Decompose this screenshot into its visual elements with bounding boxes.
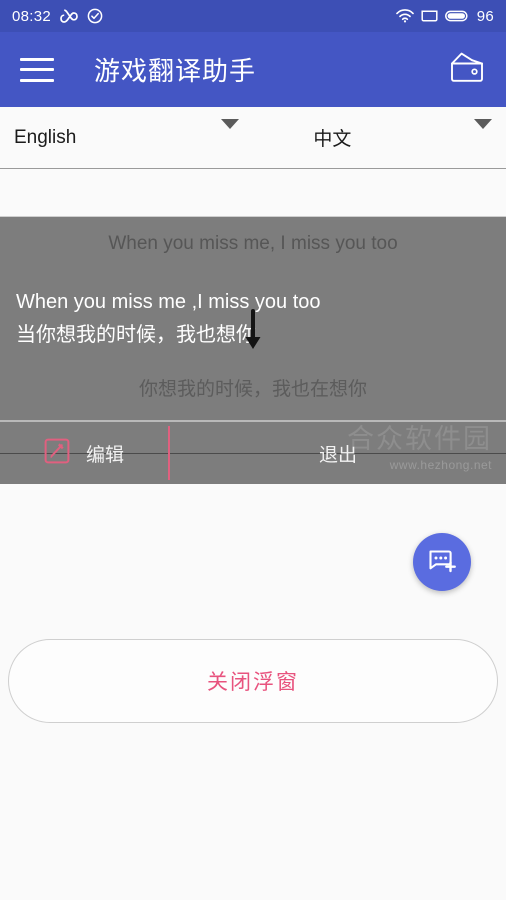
app-bar: 游戏翻译助手 — [0, 32, 506, 107]
overlay-action-bar: 编辑 退出 — [0, 420, 506, 484]
source-language-label: English — [14, 126, 77, 148]
chevron-down-icon — [221, 118, 239, 147]
overlay-source-text: When you miss me ,I miss you too — [16, 290, 321, 313]
hamburger-menu-icon[interactable] — [20, 57, 54, 82]
target-language-label: 中文 — [313, 129, 352, 150]
langbar-spacer — [0, 169, 506, 216]
exit-button-label: 退出 — [318, 444, 357, 466]
chevron-down-icon — [474, 118, 492, 147]
check-circle-icon — [87, 8, 103, 24]
add-message-button[interactable] — [413, 533, 471, 592]
close-floating-window-label: 关闭浮窗 — [207, 671, 299, 695]
target-language-dropdown[interactable]: 中文 — [253, 107, 506, 168]
edit-pencil-icon — [44, 438, 70, 469]
overlay-next-line: 你想我的时候，我也在想你 — [138, 378, 367, 400]
status-bar: 08:32 96 — [0, 0, 506, 32]
battery-percent-label: 96 — [476, 7, 494, 25]
wallet-icon[interactable] — [448, 50, 486, 89]
edit-button[interactable]: 编辑 — [0, 422, 168, 484]
infinity-icon — [59, 9, 79, 23]
app-screen: 08:32 96 游戏翻译助手 English 中文 When you miss… — [0, 0, 506, 900]
language-selector-bar: English 中文 — [0, 107, 506, 169]
wifi-icon — [395, 9, 414, 23]
add-message-icon — [426, 544, 458, 581]
overlay-previous-line: When you miss me, I miss you too — [108, 233, 398, 254]
source-language-dropdown[interactable]: English — [0, 107, 253, 168]
edit-button-label: 编辑 — [86, 444, 125, 466]
status-bar-left: 08:32 — [12, 8, 103, 25]
translation-overlay-panel: When you miss me, I miss you too When yo… — [0, 216, 506, 485]
exit-button[interactable]: 退出 — [170, 422, 506, 484]
overlay-translated-text: 当你想我的时候，我也想你 — [16, 323, 256, 346]
sim-card-icon — [421, 9, 438, 23]
status-bar-clock: 08:32 — [12, 7, 52, 25]
overlay-current-block: When you miss me ,I miss you too 当你想我的时候… — [0, 257, 506, 347]
battery-icon — [444, 9, 470, 23]
page-title: 游戏翻译助手 — [94, 56, 257, 86]
status-bar-right: 96 — [395, 7, 494, 25]
close-floating-window-button[interactable]: 关闭浮窗 — [8, 639, 498, 724]
